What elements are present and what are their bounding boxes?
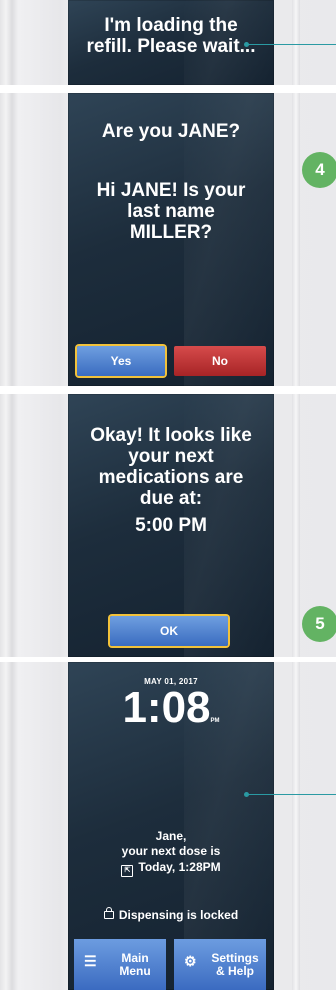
menu-list-icon: ☰ [84, 953, 97, 969]
screen-schedule: Okay! It looks like your next medication… [68, 394, 274, 657]
main-menu-button[interactable]: ☰ Main Menu [74, 939, 166, 990]
yes-button[interactable]: Yes [77, 346, 165, 376]
no-button[interactable]: No [174, 346, 266, 376]
panel-home: MAY 01, 2017 1:08PM Jane, your next dose… [0, 662, 336, 990]
settings-label: Settings & Help [211, 951, 259, 978]
lock-status-row: Dispensing is locked [68, 907, 274, 922]
schedule-message: Okay! It looks like your next medication… [90, 425, 252, 509]
dose-time: Today, 1:28PM [138, 860, 221, 874]
background-pole [292, 0, 300, 85]
home-clock: 1:08PM [68, 684, 274, 732]
clock-time: 1:08 [122, 683, 211, 732]
background-pole [292, 394, 300, 657]
clock-ampm: PM [210, 718, 220, 724]
background-pole [292, 93, 300, 386]
loading-message: I'm loading the refill. Please wait... [86, 15, 256, 57]
identity-question: Are you JANE? [101, 121, 241, 142]
background-pole [292, 662, 300, 990]
dose-time-row: ⇱ Today, 1:28PM [68, 860, 274, 877]
screen-home: MAY 01, 2017 1:08PM Jane, your next dose… [68, 662, 274, 990]
screen-loading: I'm loading the refill. Please wait... [68, 0, 274, 85]
settings-help-button[interactable]: ⚙ Settings & Help [174, 939, 266, 990]
screen-identity: Are you JANE? Hi JANE! Is your last name… [68, 93, 274, 386]
dose-name: Jane, [155, 829, 187, 843]
panel-schedule: Okay! It looks like your next medication… [0, 394, 336, 657]
callout-line [248, 794, 336, 795]
calendar-icon: ⇱ [121, 865, 134, 877]
lock-icon [103, 907, 114, 919]
dose-line: your next dose is [121, 844, 221, 858]
main-menu-label: Main Menu [119, 951, 151, 978]
gear-icon: ⚙ [184, 953, 197, 969]
callout-line [248, 44, 336, 45]
ok-button[interactable]: OK [110, 616, 228, 646]
schedule-time: 5:00 PM [135, 515, 207, 536]
step-badge-4: 4 [302, 152, 336, 188]
lock-status: Dispensing is locked [118, 908, 239, 922]
identity-followup: Hi JANE! Is your last name MILLER? [96, 180, 246, 243]
panel-loading: I'm loading the refill. Please wait... [0, 0, 336, 85]
panel-identity: Are you JANE? Hi JANE! Is your last name… [0, 93, 336, 386]
step-badge-5: 5 [302, 606, 336, 642]
